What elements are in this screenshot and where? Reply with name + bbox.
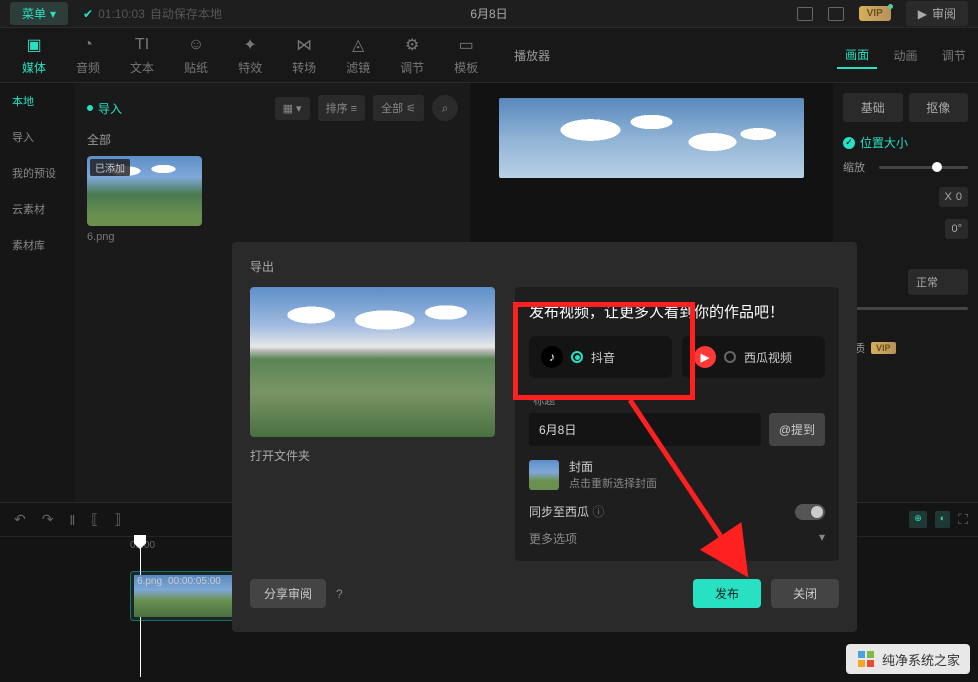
tab-transition[interactable]: ⋈ 转场: [278, 30, 330, 81]
tab-template[interactable]: ▭ 模板: [440, 30, 492, 81]
close-button[interactable]: 关闭: [771, 579, 839, 608]
tab-text[interactable]: TI 文本: [116, 30, 168, 81]
vip-badge-small: VIP: [871, 342, 896, 354]
tab-media[interactable]: ▣ 媒体: [8, 30, 60, 81]
douyin-icon: ♪: [541, 346, 563, 368]
check-icon: ✓: [843, 137, 855, 149]
subtab-cutout[interactable]: 抠像: [909, 93, 969, 122]
export-preview-image: [250, 287, 495, 437]
cut-right-icon[interactable]: ⟧: [114, 511, 121, 528]
tl-expand-icon[interactable]: ⛶: [958, 511, 968, 528]
publish-button[interactable]: 发布: [693, 579, 761, 608]
right-tab-picture[interactable]: 画面: [837, 42, 877, 69]
scale-label: 缩放: [843, 159, 871, 175]
filter-icon: ◬: [348, 35, 368, 55]
media-thumbnail[interactable]: 已添加: [87, 156, 202, 226]
sidebar-preset[interactable]: 我的预设: [0, 155, 75, 191]
at-mention-button[interactable]: @提到: [769, 413, 825, 446]
sidebar-import[interactable]: 导入: [0, 119, 75, 155]
tool-tabs: ▣ 媒体 ◔ 音频 TI 文本 ☺ 贴纸 ✦ 特效 ⋈ 转场 ◬ 滤镜 ⚙ 调节…: [0, 28, 978, 83]
search-icon: ⌕: [442, 101, 449, 116]
check-icon: ✔: [83, 7, 93, 21]
tab-adjust[interactable]: ⚙ 调节: [386, 30, 438, 81]
sidebar-local[interactable]: 本地: [0, 83, 75, 119]
tab-audio[interactable]: ◔ 音频: [62, 30, 114, 81]
layout-icon-2[interactable]: [828, 7, 844, 21]
dot-icon: [87, 105, 93, 111]
sidebar-library[interactable]: 素材库: [0, 227, 75, 263]
view-toggle[interactable]: ▦ ▾: [275, 97, 310, 120]
adjust-icon: ⚙: [402, 35, 422, 55]
subtab-basic[interactable]: 基础: [843, 93, 903, 122]
watermark: 纯净系统之家: [846, 644, 970, 674]
cover-thumbnail: [529, 460, 559, 490]
redo-icon[interactable]: ↷: [42, 511, 54, 528]
video-preview: [499, 98, 804, 178]
sidebar-cloud[interactable]: 云素材: [0, 191, 75, 227]
review-button[interactable]: ▶ 审阅: [906, 1, 968, 26]
audio-icon: ◔: [78, 35, 98, 55]
effects-icon: ✦: [240, 35, 260, 55]
more-options[interactable]: 更多选项 ▾: [529, 530, 825, 547]
cover-selector[interactable]: 封面 点击重新选择封面: [529, 458, 825, 491]
x-input[interactable]: X 0: [939, 187, 968, 207]
filter-all[interactable]: 全部 ⚟: [373, 95, 424, 121]
sync-toggle[interactable]: [795, 504, 825, 520]
tl-badge-1[interactable]: ⊕: [909, 511, 927, 528]
tab-sticker[interactable]: ☺ 贴纸: [170, 30, 222, 81]
open-folder-link[interactable]: 打开文件夹: [250, 447, 495, 464]
radio-off-icon: [724, 351, 736, 363]
topbar: 菜单 ▾ ✔ 01:10:03 自动保存本地 6月8日 VIP ▶ 审阅: [0, 0, 978, 28]
media-category: 全部: [87, 131, 458, 148]
sort-button[interactable]: 排序 ≡: [318, 95, 365, 121]
position-size-header: ✓ 位置大小: [843, 134, 968, 151]
menu-button[interactable]: 菜单 ▾: [10, 2, 68, 25]
right-tabs: 画面 动画 调节: [833, 28, 978, 83]
split-icon[interactable]: ‖: [69, 512, 75, 528]
chevron-down-icon: ▾: [819, 530, 825, 547]
clip-label: 6.png 00:00:05:00: [137, 576, 221, 587]
project-title: 6月8日: [470, 5, 507, 22]
tab-filter[interactable]: ◬ 滤镜: [332, 30, 384, 81]
autosave-status: ✔ 01:10:03 自动保存本地: [83, 5, 222, 22]
watermark-logo-icon: [856, 649, 876, 669]
title-input[interactable]: 6月8日: [529, 413, 761, 446]
thumb-badge: 已添加: [90, 159, 130, 176]
tl-badge-2[interactable]: ◐: [935, 511, 950, 528]
undo-icon[interactable]: ↶: [14, 511, 26, 528]
tab-effects[interactable]: ✦ 特效: [224, 30, 276, 81]
import-button[interactable]: 导入: [87, 100, 122, 117]
prop-slider[interactable]: [843, 307, 968, 310]
radio-on-icon: [571, 351, 583, 363]
chevron-down-icon: ▾: [50, 7, 56, 21]
sticker-icon: ☺: [186, 35, 206, 55]
blend-dropdown[interactable]: 正常: [908, 269, 968, 295]
scale-slider[interactable]: [879, 166, 968, 169]
cut-left-icon[interactable]: ⟦: [91, 511, 98, 528]
sync-label: 同步至西瓜 ⓘ: [529, 503, 604, 520]
layout-icon-1[interactable]: [797, 7, 813, 21]
title-field-label: *标题: [529, 392, 825, 408]
transition-icon: ⋈: [294, 35, 314, 55]
rotation-input[interactable]: 0°: [945, 219, 968, 239]
share-review-button[interactable]: 分享审阅: [250, 579, 326, 608]
export-modal: 导出 打开文件夹 发布视频，让更多人看到你的作品吧！ ♪ 抖音 ▶ 西瓜视频: [232, 242, 857, 632]
media-icon: ▣: [24, 35, 44, 55]
help-icon[interactable]: ?: [336, 587, 343, 601]
vip-badge[interactable]: VIP: [859, 6, 891, 21]
right-tab-adjust[interactable]: 调节: [934, 43, 974, 68]
sidebar-left: 本地 导入 我的预设 云素材 素材库: [0, 83, 75, 502]
search-button[interactable]: ⌕: [432, 95, 458, 121]
play-icon: ▶: [918, 7, 927, 21]
modal-title: 导出: [250, 258, 839, 275]
template-icon: ▭: [456, 35, 476, 55]
right-tab-animation[interactable]: 动画: [885, 43, 925, 68]
publish-heading: 发布视频，让更多人看到你的作品吧！: [529, 301, 825, 322]
text-icon: TI: [132, 35, 152, 55]
platform-xigua[interactable]: ▶ 西瓜视频: [682, 336, 825, 378]
platform-douyin[interactable]: ♪ 抖音: [529, 336, 672, 378]
xigua-icon: ▶: [694, 346, 716, 368]
